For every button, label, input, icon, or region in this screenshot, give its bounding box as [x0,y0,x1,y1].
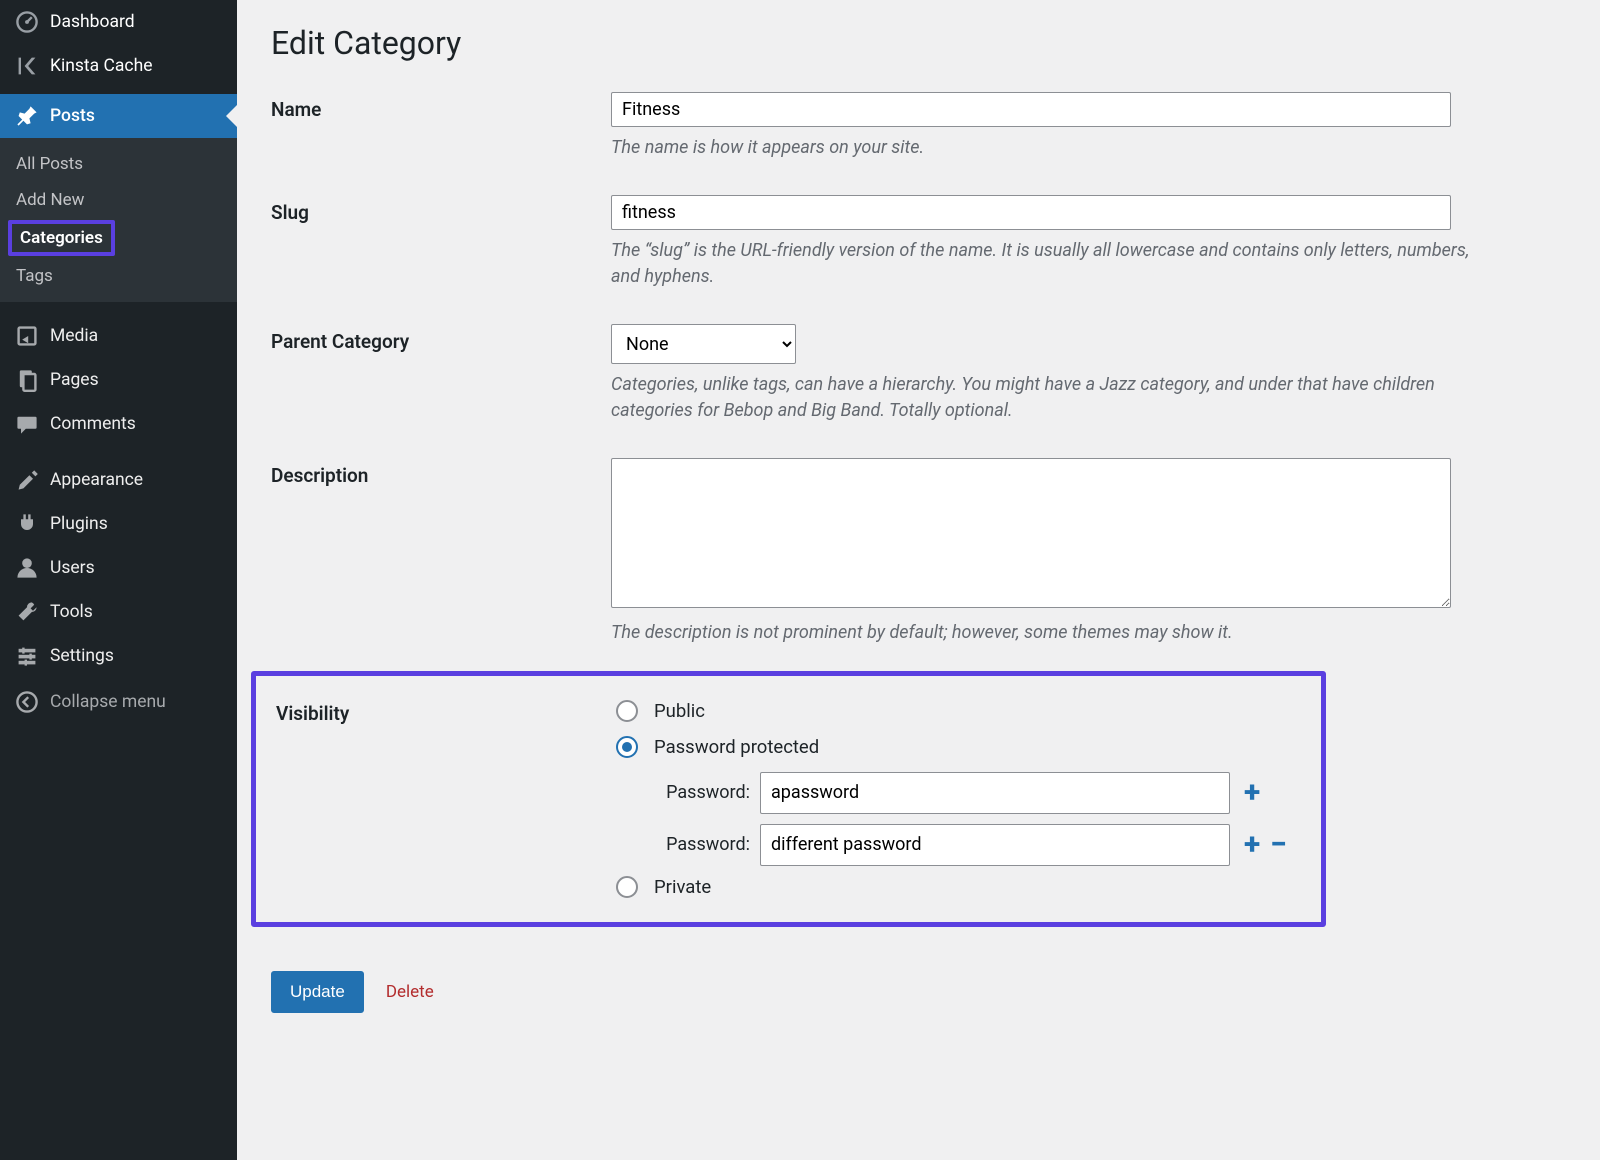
settings-icon [14,644,40,668]
users-icon [14,556,40,580]
visibility-label: Visibility [276,700,616,898]
sidebar-item-label: Kinsta Cache [50,55,153,78]
visibility-option-private[interactable]: Private [616,876,1301,898]
page-title: Edit Category [271,24,1566,62]
dashboard-icon [14,10,40,34]
sidebar-collapse[interactable]: Collapse menu [0,684,237,720]
tools-icon [14,600,40,624]
password-input-2[interactable] [760,824,1230,866]
sidebar-item-label: Dashboard [50,11,135,34]
password-row-1: Password: + [654,772,1301,814]
visibility-password-label: Password protected [654,736,819,758]
pin-icon [14,104,40,128]
comments-icon [14,412,40,436]
submenu-tags[interactable]: Tags [0,258,237,294]
visibility-option-password[interactable]: Password protected [616,736,1301,758]
name-input[interactable] [611,92,1451,127]
appearance-icon [14,468,40,492]
slug-input[interactable] [611,195,1451,230]
name-description: The name is how it appears on your site. [611,135,1491,161]
sidebar-item-label: Appearance [50,469,143,492]
delete-link[interactable]: Delete [386,982,434,1002]
description-textarea[interactable] [611,458,1451,608]
radio-icon [616,736,638,758]
sidebar-item-pages[interactable]: Pages [0,358,237,402]
sidebar-item-label: Collapse menu [50,691,166,714]
edit-category-form: Name The name is how it appears on your … [271,92,1566,681]
sidebar-item-label: Users [50,557,95,580]
password-label: Password: [654,834,750,855]
sidebar-item-comments[interactable]: Comments [0,402,237,446]
sidebar-item-label: Plugins [50,513,108,536]
slug-description: The “slug” is the URL-friendly version o… [611,238,1491,290]
visibility-public-label: Public [654,700,705,722]
sidebar-item-dashboard[interactable]: Dashboard [0,0,237,44]
sidebar-item-appearance[interactable]: Appearance [0,458,237,502]
submit-row: Update Delete [271,971,1566,1013]
name-label: Name [271,92,611,195]
sidebar-item-media[interactable]: Media [0,314,237,358]
collapse-icon [14,690,40,714]
visibility-section: Visibility Public Password protected Pas… [251,671,1326,927]
sidebar-item-posts[interactable]: Posts [0,94,237,138]
password-input-1[interactable] [760,772,1230,814]
sidebar-item-label: Posts [50,105,95,128]
pages-icon [14,368,40,392]
submenu-categories[interactable]: Categories [0,218,237,258]
submenu-all-posts[interactable]: All Posts [0,146,237,182]
password-label: Password: [654,782,750,803]
visibility-private-label: Private [654,876,711,898]
parent-category-label: Parent Category [271,324,611,458]
sidebar-item-kinsta-cache[interactable]: Kinsta Cache [0,44,237,88]
slug-label: Slug [271,195,611,324]
sidebar-item-users[interactable]: Users [0,546,237,590]
update-button[interactable]: Update [271,971,364,1013]
kinsta-icon [14,54,40,78]
description-label: Description [271,458,611,680]
description-description: The description is not prominent by defa… [611,620,1491,646]
radio-icon [616,876,638,898]
parent-category-select[interactable]: None [611,324,796,364]
remove-password-icon[interactable]: − [1270,830,1287,860]
main-content: Edit Category Name The name is how it ap… [237,0,1600,1160]
media-icon [14,324,40,348]
sidebar-item-label: Comments [50,413,136,436]
sidebar-item-tools[interactable]: Tools [0,590,237,634]
posts-submenu: All Posts Add New Categories Tags [0,138,237,302]
password-row-2: Password: + − [654,824,1301,866]
plugins-icon [14,512,40,536]
parent-category-description: Categories, unlike tags, can have a hier… [611,372,1491,424]
sidebar-item-settings[interactable]: Settings [0,634,237,678]
sidebar-item-label: Media [50,325,98,348]
sidebar-item-label: Settings [50,645,114,668]
sidebar-item-plugins[interactable]: Plugins [0,502,237,546]
admin-sidebar: Dashboard Kinsta Cache Posts All Posts A… [0,0,237,1160]
add-password-icon[interactable]: + [1244,778,1260,808]
radio-icon [616,700,638,722]
submenu-add-new[interactable]: Add New [0,182,237,218]
sidebar-item-label: Tools [50,601,93,624]
sidebar-item-label: Pages [50,369,99,392]
visibility-option-public[interactable]: Public [616,700,1301,722]
add-password-icon[interactable]: + [1244,830,1260,860]
